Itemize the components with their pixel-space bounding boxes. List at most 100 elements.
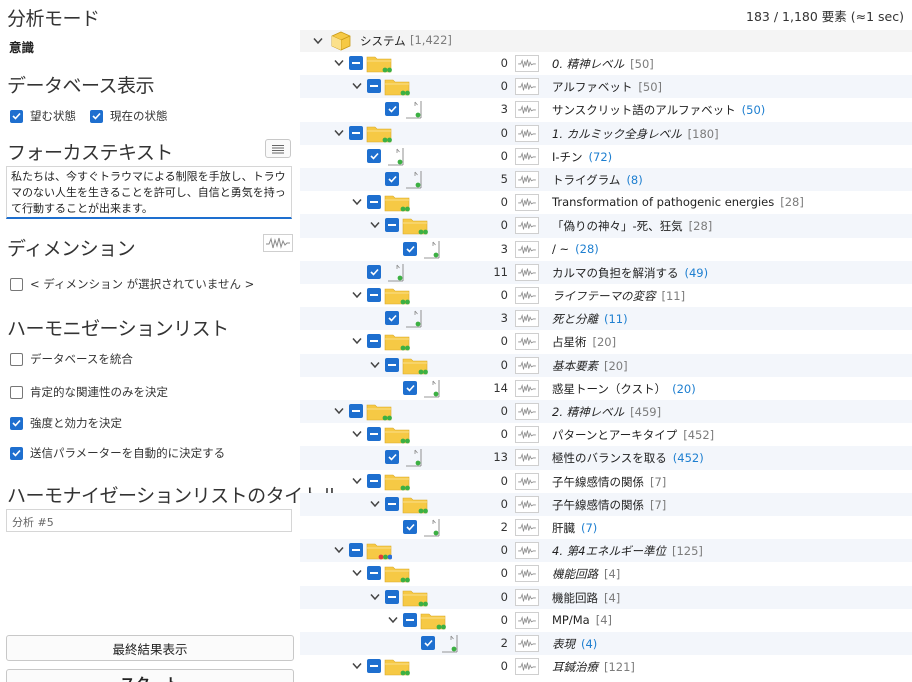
chevron-down-icon[interactable]: [352, 337, 362, 345]
item-checkbox[interactable]: [421, 636, 435, 650]
waveform-icon[interactable]: [515, 426, 539, 444]
tree-leaf-row[interactable]: 14 惑星トーン（クスト） (20): [300, 377, 912, 400]
waveform-icon[interactable]: [515, 194, 539, 212]
item-checkbox[interactable]: [403, 241, 417, 256]
collapse-checkbox[interactable]: [403, 612, 417, 627]
tree-leaf-row[interactable]: 3 サンスクリット語のアルファベット (50): [300, 98, 912, 121]
collapse-checkbox[interactable]: [367, 566, 381, 581]
dimension-checkbox[interactable]: [10, 277, 23, 291]
focus-list-button[interactable]: [265, 139, 291, 158]
chevron-down-icon[interactable]: [334, 546, 344, 554]
waveform-icon[interactable]: [515, 356, 539, 374]
chevron-down-icon[interactable]: [352, 198, 362, 206]
tree-folder-row[interactable]: 0 ライフテーマの変容 [11]: [300, 284, 912, 307]
chevron-down-icon[interactable]: [352, 291, 362, 299]
start-button[interactable]: スタート: [6, 669, 294, 682]
chevron-down-icon[interactable]: [370, 500, 380, 508]
collapse-checkbox[interactable]: [367, 427, 381, 442]
waveform-icon[interactable]: [515, 449, 539, 467]
tree-folder-row[interactable]: 0 耳鍼治療 [121]: [300, 655, 912, 678]
tree-folder-row[interactable]: 0 機能回路 [4]: [300, 562, 912, 585]
chevron-down-icon[interactable]: [334, 129, 344, 137]
chevron-down-icon[interactable]: [370, 221, 380, 229]
collapse-checkbox[interactable]: [349, 543, 363, 558]
chevron-down-icon[interactable]: [334, 59, 344, 67]
merge-database-checkbox[interactable]: [10, 352, 23, 366]
tree-leaf-row[interactable]: 11 カルマの負担を解消する (49): [300, 260, 912, 284]
positive-only-checkbox[interactable]: [10, 385, 23, 399]
waveform-icon[interactable]: [515, 588, 539, 606]
chevron-down-icon[interactable]: [370, 593, 380, 601]
waveform-icon[interactable]: [515, 55, 539, 72]
collapse-checkbox[interactable]: [349, 56, 363, 70]
desired-state-checkbox[interactable]: [10, 109, 23, 123]
chevron-down-icon[interactable]: [352, 430, 362, 438]
waveform-icon[interactable]: [515, 333, 539, 351]
waveform-icon[interactable]: [515, 217, 539, 235]
item-checkbox[interactable]: [403, 380, 417, 395]
waveform-icon[interactable]: [515, 147, 539, 165]
item-checkbox[interactable]: [367, 148, 381, 163]
item-checkbox[interactable]: [403, 520, 417, 534]
auto-params-checkbox[interactable]: [10, 446, 23, 460]
collapse-checkbox[interactable]: [367, 288, 381, 302]
tree-folder-row[interactable]: 0 MP/Ma [4]: [300, 609, 912, 632]
collapse-checkbox[interactable]: [385, 496, 399, 511]
tree-folder-row[interactable]: 0 機能回路 [4]: [300, 585, 912, 609]
tree-folder-row[interactable]: 0 子午線感情の関係 [7]: [300, 470, 912, 493]
collapse-checkbox[interactable]: [349, 125, 363, 140]
waveform-icon[interactable]: [515, 611, 539, 629]
tree-leaf-row[interactable]: 5 トライグラム (8): [300, 168, 912, 192]
waveform-icon[interactable]: [515, 310, 539, 328]
tree-leaf-row[interactable]: 2 肝臓 (7): [300, 516, 912, 539]
final-result-button[interactable]: 最終結果表示: [6, 635, 294, 661]
chevron-down-icon[interactable]: [313, 37, 323, 45]
waveform-icon[interactable]: [515, 287, 539, 304]
collapse-checkbox[interactable]: [367, 79, 381, 94]
tree-folder-row[interactable]: 0 1. カルミック全身レベル [180]: [300, 121, 912, 145]
waveform-icon[interactable]: [515, 101, 539, 119]
waveform-icon[interactable]: [515, 472, 539, 490]
chevron-down-icon[interactable]: [388, 616, 398, 624]
collapse-checkbox[interactable]: [367, 659, 381, 674]
item-checkbox[interactable]: [385, 450, 399, 465]
item-checkbox[interactable]: [385, 172, 399, 186]
tree-leaf-row[interactable]: 2 表現 (4): [300, 632, 912, 656]
current-state-checkbox[interactable]: [90, 109, 103, 123]
item-checkbox[interactable]: [367, 264, 381, 279]
tree-folder-row[interactable]: 0 占星術 [20]: [300, 330, 912, 353]
waveform-icon[interactable]: [515, 379, 539, 397]
waveform-icon[interactable]: [515, 171, 539, 188]
waveform-icon[interactable]: [515, 495, 539, 513]
waveform-icon[interactable]: [263, 234, 293, 252]
strength-potency-checkbox[interactable]: [10, 416, 23, 430]
tree-folder-row[interactable]: 0 アルファベット [50]: [300, 75, 912, 99]
tree-folder-row[interactable]: 0 パターンとアーキタイプ [452]: [300, 423, 912, 446]
waveform-icon[interactable]: [515, 519, 539, 536]
collapse-checkbox[interactable]: [385, 357, 399, 372]
chevron-down-icon[interactable]: [352, 662, 362, 670]
tree-leaf-row[interactable]: 3 / ~ (28): [300, 238, 912, 261]
tree-folder-row[interactable]: 0 基本要素 [20]: [300, 353, 912, 377]
tree-leaf-row[interactable]: 3 死と分離 (11): [300, 307, 912, 331]
item-checkbox[interactable]: [385, 311, 399, 326]
chevron-down-icon[interactable]: [352, 477, 362, 485]
tree-leaf-row[interactable]: 13 極性のバランスを取る (452): [300, 446, 912, 470]
chevron-down-icon[interactable]: [352, 82, 362, 90]
waveform-icon[interactable]: [515, 658, 539, 676]
analysis-mode-value[interactable]: 意識: [9, 37, 34, 56]
tree-folder-row[interactable]: 0 0. 精神レベル [50]: [300, 52, 912, 75]
waveform-icon[interactable]: [515, 240, 539, 258]
collapse-checkbox[interactable]: [367, 195, 381, 210]
list-title-input[interactable]: 分析 #5: [6, 509, 292, 532]
chevron-down-icon[interactable]: [334, 407, 344, 415]
collapse-checkbox[interactable]: [385, 218, 399, 233]
waveform-icon[interactable]: [515, 635, 539, 652]
tree-folder-row[interactable]: 0 4. 第4エネルギー準位 [125]: [300, 539, 912, 563]
collapse-checkbox[interactable]: [367, 473, 381, 488]
chevron-down-icon[interactable]: [370, 361, 380, 369]
tree-folder-row[interactable]: 0 2. 精神レベル [459]: [300, 400, 912, 424]
collapse-checkbox[interactable]: [385, 589, 399, 604]
tree-folder-row[interactable]: 0 子午線感情の関係 [7]: [300, 492, 912, 516]
waveform-icon[interactable]: [515, 78, 539, 96]
